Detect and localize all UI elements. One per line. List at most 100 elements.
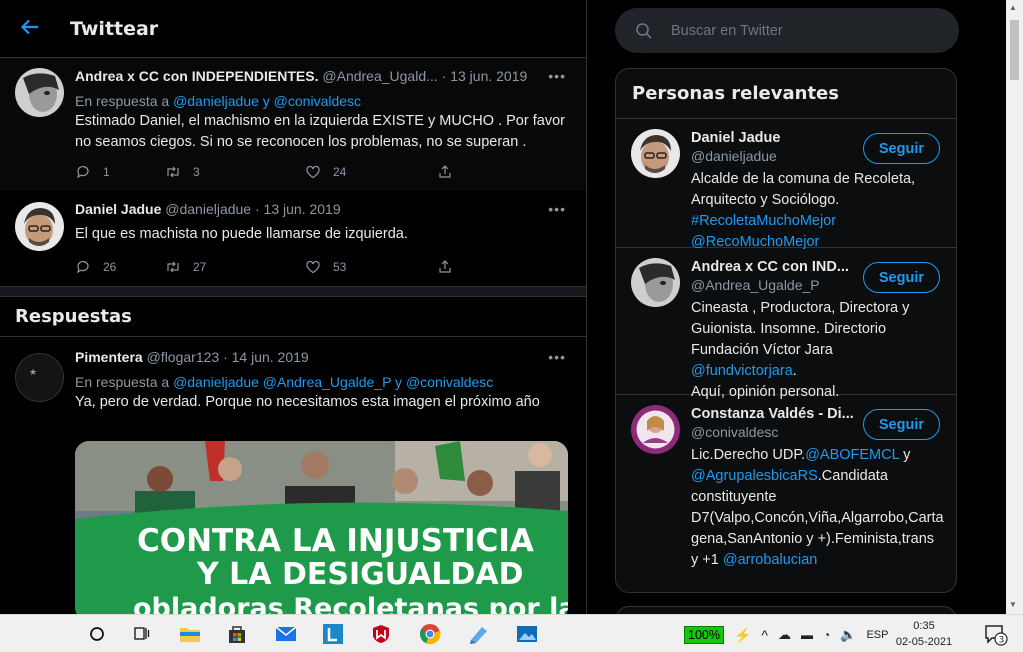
person-bio: Lic.Derecho UDP.@ABOFEMCL y @Agrupalesbi… <box>691 445 944 571</box>
person-daniel-jadue[interactable]: Daniel Jadue @danieljadue Alcalde de la … <box>616 119 956 250</box>
chevron-up-icon[interactable]: ^ <box>761 627 768 643</box>
bio-line: y +1 @arrobalucian <box>691 550 942 571</box>
search-icon[interactable] <box>85 622 109 646</box>
follow-button[interactable]: Seguir <box>862 133 940 164</box>
battery-indicator[interactable]: 100% <box>684 626 724 644</box>
mention-link[interactable]: @AgrupalesbicaRS <box>691 468 818 484</box>
author-handle[interactable]: @danieljadue <box>165 201 251 217</box>
person-andrea[interactable]: Andrea x CC con IND... @Andrea_Ugalde_P … <box>616 248 956 400</box>
retweet-icon <box>167 166 179 178</box>
tweet-date[interactable]: · 13 jun. 2019 <box>442 68 528 84</box>
top-bar: Twittear <box>0 0 586 58</box>
more-options-icon[interactable]: ••• <box>548 68 566 84</box>
author-name[interactable]: Andrea x CC con INDEPENDIENTES. <box>75 68 319 84</box>
mention-link[interactable]: @fundvictorjara <box>691 363 793 379</box>
share-button[interactable] <box>437 259 453 275</box>
system-tray: 100% ⚡ ^ ☁ ▬ ◔ 🔈 ESP <box>684 624 888 646</box>
retweet-count: 27 <box>193 260 207 274</box>
clock[interactable]: 0:35 02-05-2021 <box>895 618 953 650</box>
search-input[interactable]: Buscar en Twitter <box>671 23 783 39</box>
next-sidebar-card <box>615 606 957 614</box>
reply-to-link[interactable]: @danieljadue y @conivaldesc <box>173 93 361 109</box>
avatar-andrea[interactable] <box>15 68 64 117</box>
scroll-up-arrow-icon[interactable]: ▲ <box>1009 3 1017 12</box>
search-icon <box>636 22 652 39</box>
page-scrollbar[interactable]: ▲ ▼ <box>1006 0 1023 614</box>
file-explorer-icon[interactable] <box>178 622 202 646</box>
person-bio: Cineasta , Productora, Directora y Guion… <box>691 298 942 403</box>
tweet-actions: 1 3 24 <box>75 163 572 181</box>
more-options-icon[interactable]: ••• <box>548 201 566 217</box>
avatar-constanza[interactable] <box>631 405 680 454</box>
author-handle[interactable]: @flogar123 <box>147 349 220 365</box>
reply-context: En respuesta a @danieljadue y @conivalde… <box>75 93 572 109</box>
notification-center-icon[interactable]: 3 <box>984 624 1008 651</box>
media-banner-line-3: obladoras Recoletanas por la vi <box>133 593 568 614</box>
more-options-icon[interactable]: ••• <box>548 349 566 365</box>
scrollbar-thumb[interactable] <box>1010 20 1019 80</box>
power-plug-icon[interactable]: ⚡ <box>734 627 751 644</box>
bio-line: Cineasta , Productora, Directora y <box>691 300 910 316</box>
battery-icon[interactable]: ▬ <box>801 628 813 642</box>
bio-text: y <box>899 447 911 463</box>
bio-text: Fundación Víctor Jara <box>691 342 833 358</box>
avatar-daniel[interactable] <box>631 129 680 178</box>
mention-link[interactable]: @arrobalucian <box>723 552 818 568</box>
hashtag-link[interactable]: #RecoletaMuchoMejor <box>691 211 942 232</box>
reply-icon <box>77 260 89 274</box>
bio-line: gena,SanAntonio y +).Feminista,trans <box>691 531 935 547</box>
follow-button[interactable]: Seguir <box>862 262 940 293</box>
avatar-andrea[interactable] <box>631 258 680 307</box>
mcafee-icon[interactable] <box>369 622 393 646</box>
app-blue-icon[interactable] <box>467 622 491 646</box>
media-banner-line-2: Y LA DESIGUALDAD <box>196 557 524 592</box>
reply-to-link[interactable]: @danieljadue @Andrea_Ugalde_P y @conival… <box>173 374 493 390</box>
cloud-icon[interactable]: ☁ <box>778 627 791 643</box>
author-name[interactable]: Pimentera <box>75 349 143 365</box>
mail-icon[interactable] <box>274 622 298 646</box>
avatar-pimentera[interactable]: ★ <box>15 353 64 402</box>
reply-prefix: En respuesta a <box>75 374 170 390</box>
tweet-date[interactable]: · 13 jun. 2019 <box>255 201 341 217</box>
bio-text: Lic.Derecho UDP. <box>691 447 806 463</box>
wifi-icon[interactable]: ◔ <box>823 628 830 642</box>
clock-date: 02-05-2021 <box>895 636 953 648</box>
store-icon[interactable] <box>225 622 249 646</box>
photos-icon[interactable] <box>515 622 539 646</box>
volume-icon[interactable]: 🔈 <box>840 627 856 643</box>
retweet-button[interactable]: 3 <box>165 164 305 180</box>
scroll-down-arrow-icon[interactable]: ▼ <box>1009 600 1017 609</box>
follow-button[interactable]: Seguir <box>862 409 940 440</box>
bio-line: Lic.Derecho UDP.@ABOFEMCL y <box>691 445 942 466</box>
arrow-left-icon[interactable] <box>20 17 42 41</box>
tweet-text: Estimado Daniel, el machismo en la izqui… <box>75 111 572 153</box>
like-count: 53 <box>333 260 347 274</box>
mention-link[interactable]: @ABOFEMCL <box>805 447 899 463</box>
bio-line: D7(Valpo,Concón,Viña,Algarrobo,Carta <box>691 510 944 526</box>
app-l-icon[interactable] <box>321 622 345 646</box>
tweet-pimentera[interactable]: ★ Pimentera @flogar123 · 14 jun. 2019 ••… <box>0 337 586 423</box>
like-count: 24 <box>333 165 347 179</box>
person-constanza[interactable]: Constanza Valdés - Di... @conivaldesc Li… <box>616 395 956 592</box>
relevant-people-title: Personas relevantes <box>616 69 956 119</box>
reply-button[interactable]: 26 <box>75 259 165 275</box>
tweet-media-image[interactable]: CONTRA LA INJUSTICIA Y LA DESIGUALDAD ob… <box>75 441 568 614</box>
like-button[interactable]: 53 <box>305 259 437 275</box>
avatar-daniel[interactable] <box>15 202 64 251</box>
heart-icon <box>306 260 320 274</box>
language-indicator[interactable]: ESP <box>866 629 888 641</box>
tweet-header: Pimentera @flogar123 · 14 jun. 2019 <box>75 349 572 367</box>
share-button[interactable] <box>437 164 453 180</box>
author-handle[interactable]: @Andrea_Ugald... <box>322 68 437 84</box>
reply-button[interactable]: 1 <box>75 164 165 180</box>
retweet-button[interactable]: 27 <box>165 259 305 275</box>
author-name[interactable]: Daniel Jadue <box>75 201 161 217</box>
search-box[interactable]: Buscar en Twitter <box>615 8 959 53</box>
chrome-icon[interactable] <box>418 622 442 646</box>
tweet-date[interactable]: · 14 jun. 2019 <box>223 349 309 365</box>
tweet-andrea[interactable]: Andrea x CC con INDEPENDIENTES. @Andrea_… <box>0 58 586 191</box>
share-icon <box>439 165 451 178</box>
like-button[interactable]: 24 <box>305 164 437 180</box>
tweet-daniel[interactable]: Daniel Jadue @danieljadue · 13 jun. 2019… <box>0 191 586 287</box>
task-view-icon[interactable] <box>130 622 154 646</box>
